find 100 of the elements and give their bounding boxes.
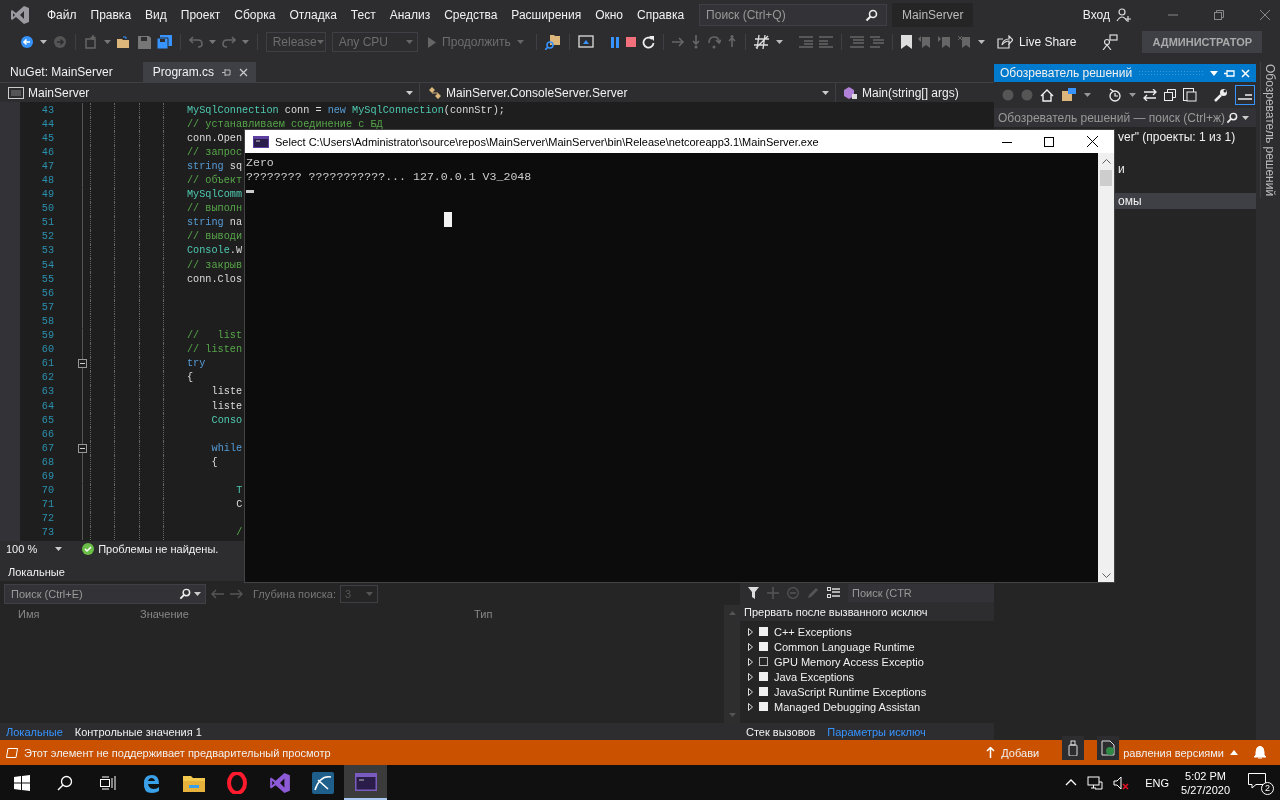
find-in-files-icon[interactable] [544, 34, 561, 50]
up-arrow-icon[interactable] [986, 747, 996, 758]
caret-icon[interactable] [978, 40, 986, 44]
undo-icon[interactable] [188, 36, 203, 48]
clock-time[interactable]: 5:02 PM [1185, 768, 1226, 783]
home-icon[interactable] [1040, 88, 1054, 102]
column-header[interactable]: Тип [474, 608, 574, 620]
stop-icon[interactable] [625, 37, 636, 47]
back-icon[interactable] [20, 35, 34, 49]
caret-up-icon[interactable] [1230, 750, 1238, 755]
close-icon[interactable] [1260, 10, 1270, 20]
step-out-icon[interactable] [727, 35, 738, 49]
menu-item[interactable]: Сборка [227, 8, 283, 22]
scroll-up-icon[interactable] [1101, 159, 1111, 164]
source-control-link[interactable]: равления версиями [1123, 746, 1224, 759]
taskbar-app-button[interactable] [344, 765, 387, 800]
menu-item[interactable]: Вид [138, 8, 174, 22]
member-dropdown[interactable]: Main(string[] args) [836, 83, 986, 102]
filter-icon[interactable] [748, 587, 759, 599]
panel-tab[interactable]: Локальные [0, 724, 69, 740]
fold-toggle-icon[interactable] [77, 359, 87, 369]
issues-status[interactable]: Проблемы не найдены. [98, 543, 219, 555]
chevron-up-icon[interactable] [1065, 779, 1078, 786]
column-header[interactable]: Имя [0, 608, 140, 620]
tree-item[interactable]: и [1115, 161, 1256, 177]
notifications-button[interactable]: 2 [1248, 772, 1272, 793]
preview-toggle-button[interactable] [1235, 85, 1255, 105]
document-tab[interactable]: Program.cs [142, 62, 257, 82]
feedback-person-icon[interactable] [1102, 34, 1119, 50]
panel-tab[interactable]: Стек вызовов [740, 724, 822, 740]
side-tab[interactable]: Обозреватель решений [1259, 62, 1277, 199]
restore-icon[interactable] [1214, 10, 1224, 20]
copy-icon[interactable] [1164, 89, 1176, 101]
hash-icon[interactable] [754, 35, 771, 49]
tree-item[interactable]: ver" (проекты: 1 из 1) [1115, 129, 1256, 145]
zoom-dropdown[interactable]: 100 % [0, 543, 63, 555]
clock-icon[interactable] [1108, 88, 1122, 102]
menu-item[interactable]: Средства [437, 8, 505, 22]
folder-icon[interactable] [116, 35, 132, 49]
live-share-button[interactable]: Live Share [997, 35, 1077, 49]
menu-item[interactable]: Справка [630, 8, 692, 22]
menu-item[interactable]: Анализ [382, 8, 438, 22]
column-header[interactable]: Значение [140, 608, 474, 620]
step-back-icon[interactable] [707, 35, 722, 49]
sign-in-link[interactable]: Вход [1082, 8, 1110, 22]
menu-item[interactable]: Правка [83, 8, 139, 22]
account-badge[interactable]: АДМИНИСТРАТОР [1142, 31, 1263, 53]
volume-muted-icon[interactable] [1113, 775, 1130, 790]
caret-icon[interactable] [776, 40, 784, 44]
sync-view-icon[interactable] [1061, 88, 1077, 102]
search-field[interactable]: Поиск (CTR [848, 584, 994, 602]
bookmark-icon[interactable] [901, 35, 913, 49]
save-icon[interactable] [137, 35, 151, 49]
caret-icon[interactable] [208, 40, 216, 44]
checkbox[interactable] [759, 657, 768, 666]
menu-item[interactable]: Отладка [282, 8, 344, 22]
caret-icon[interactable] [40, 40, 47, 44]
language-indicator[interactable]: ENG [1145, 776, 1170, 789]
pin-icon[interactable] [222, 67, 232, 77]
screen-icon[interactable] [577, 35, 594, 49]
document-tab[interactable]: NuGet: MainServer [0, 62, 121, 82]
update-toast[interactable] [1097, 736, 1119, 760]
close-icon[interactable] [239, 67, 249, 77]
caret-icon[interactable] [103, 40, 111, 44]
save-all-icon[interactable] [156, 35, 172, 49]
bell-icon[interactable] [1254, 746, 1266, 759]
fold-toggle-icon[interactable] [77, 443, 87, 453]
bookmark-next-icon[interactable] [938, 35, 953, 49]
pause-icon[interactable] [609, 36, 620, 48]
panel-tab[interactable]: Параметры исключ [821, 724, 932, 740]
network-icon[interactable] [1087, 775, 1104, 790]
device-toast[interactable] [1062, 736, 1084, 760]
restart-icon[interactable] [641, 35, 655, 49]
scrollbar[interactable] [1098, 153, 1114, 582]
caret-icon[interactable] [1084, 93, 1091, 97]
menu-item[interactable]: Расширения [504, 8, 589, 22]
step-over-icon[interactable] [671, 36, 686, 48]
bookmark-clear-icon[interactable] [958, 35, 973, 49]
redo-icon[interactable] [221, 36, 236, 48]
bookmark-previous-icon[interactable] [918, 35, 933, 49]
scroll-down-icon[interactable] [1101, 573, 1111, 578]
clock-date[interactable]: 5/27/2020 [1181, 782, 1230, 797]
wrench-icon[interactable] [1214, 88, 1228, 102]
swap-arrows-icon[interactable] [1143, 89, 1157, 101]
tree-item[interactable]: омы [1115, 193, 1256, 209]
properties-icon[interactable] [1183, 88, 1197, 102]
panel-tab[interactable]: Контрольные значения 1 [68, 724, 208, 740]
menu-item[interactable]: Проект [173, 8, 228, 22]
menu-item[interactable]: Файл [40, 8, 84, 22]
search-field[interactable]: Поиск (Ctrl+E) [4, 584, 206, 604]
scroll-thumb[interactable] [1100, 170, 1112, 186]
person-add-icon[interactable] [1116, 7, 1132, 23]
checklist-icon[interactable] [827, 587, 840, 599]
menu-item[interactable]: Тест [343, 8, 383, 22]
search-field[interactable]: Поиск (Ctrl+Q) [699, 4, 888, 26]
menu-item[interactable]: Окно [588, 8, 631, 22]
step-into-icon[interactable] [691, 35, 702, 49]
caret-icon[interactable] [1210, 70, 1218, 76]
caret-icon[interactable] [1129, 93, 1136, 97]
source-control-link[interactable]: Добави [1001, 746, 1040, 759]
